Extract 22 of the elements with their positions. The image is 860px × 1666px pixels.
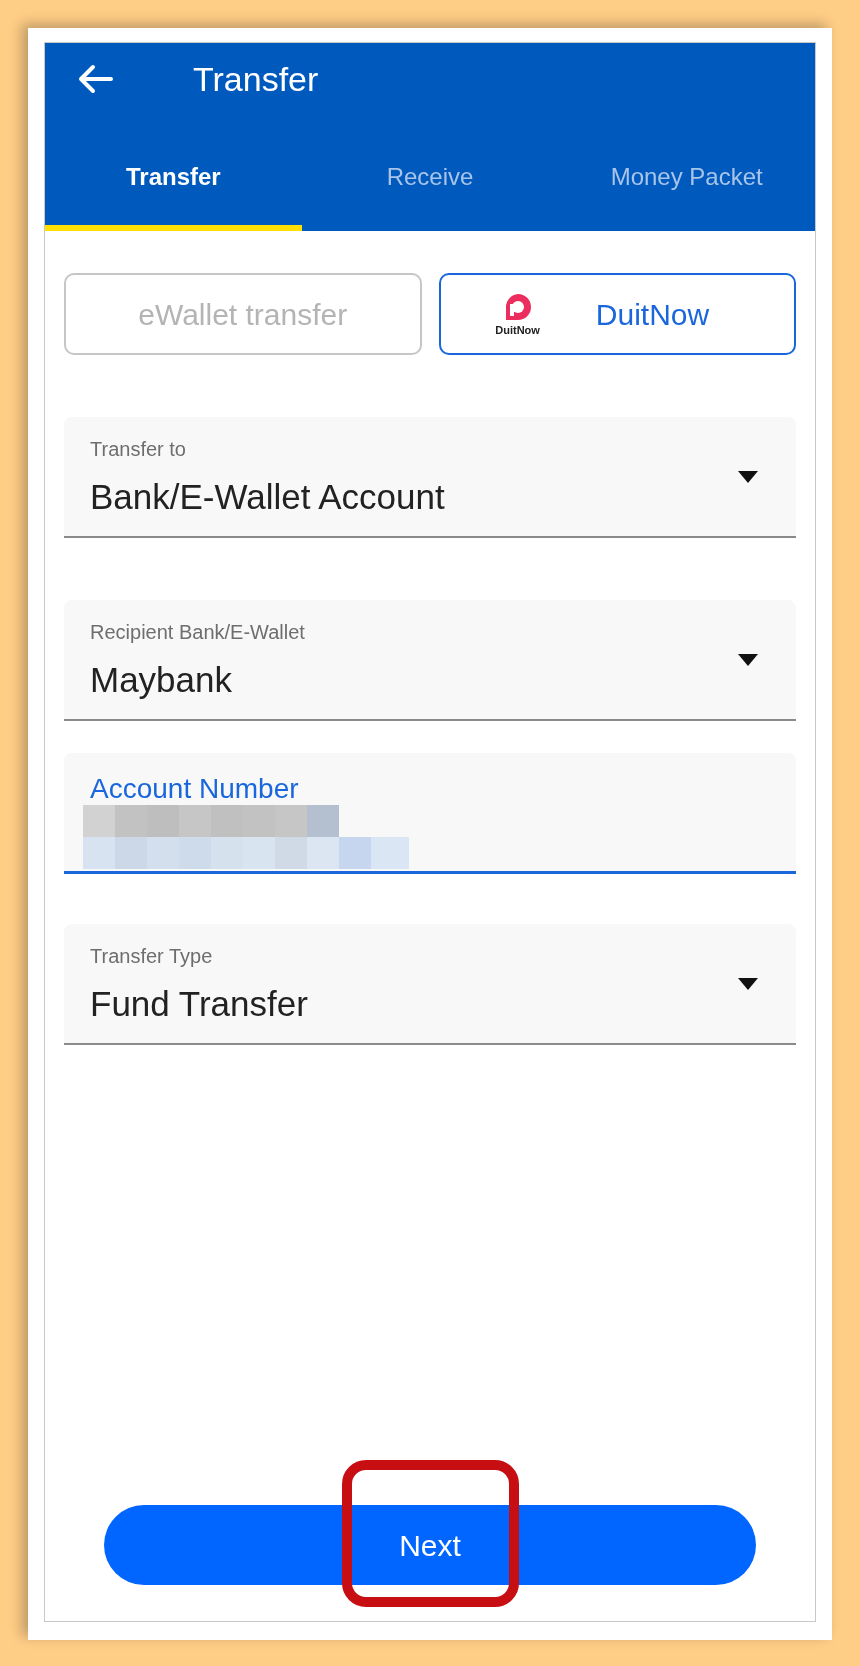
field-value: Fund Transfer bbox=[90, 983, 308, 1025]
input-field[interactable]: Account Number bbox=[64, 753, 796, 874]
field-label: Recipient Bank/E-Wallet bbox=[90, 620, 306, 645]
dropdown-field[interactable]: Transfer Type Fund Transfer bbox=[64, 924, 796, 1045]
logo-caption: DuitNow bbox=[495, 325, 540, 336]
next-button[interactable]: Next bbox=[104, 1505, 756, 1585]
dropdown-caret-icon bbox=[738, 654, 758, 666]
dropdown-caret-icon bbox=[738, 471, 758, 483]
field-label: Transfer Type bbox=[90, 944, 214, 969]
tab[interactable]: Transfer bbox=[45, 145, 302, 231]
method-button[interactable]: DuitNow DuitNow bbox=[438, 273, 796, 355]
tab[interactable]: Money Packet bbox=[558, 145, 815, 231]
dropdown-caret-icon bbox=[738, 978, 758, 990]
field-value: Maybank bbox=[90, 659, 233, 701]
field-label: Transfer to bbox=[90, 437, 187, 462]
tab[interactable]: Receive bbox=[301, 145, 559, 231]
dropdown-field[interactable]: Recipient Bank/E-Wallet Maybank bbox=[64, 600, 796, 721]
field-value: Bank/E-Wallet Account bbox=[90, 476, 445, 518]
dropdown-field[interactable]: Transfer to Bank/E-Wallet Account bbox=[64, 417, 796, 538]
screen-title: Transfer bbox=[193, 58, 319, 100]
field-label: Account Number bbox=[90, 772, 300, 806]
back-icon[interactable] bbox=[77, 64, 113, 94]
